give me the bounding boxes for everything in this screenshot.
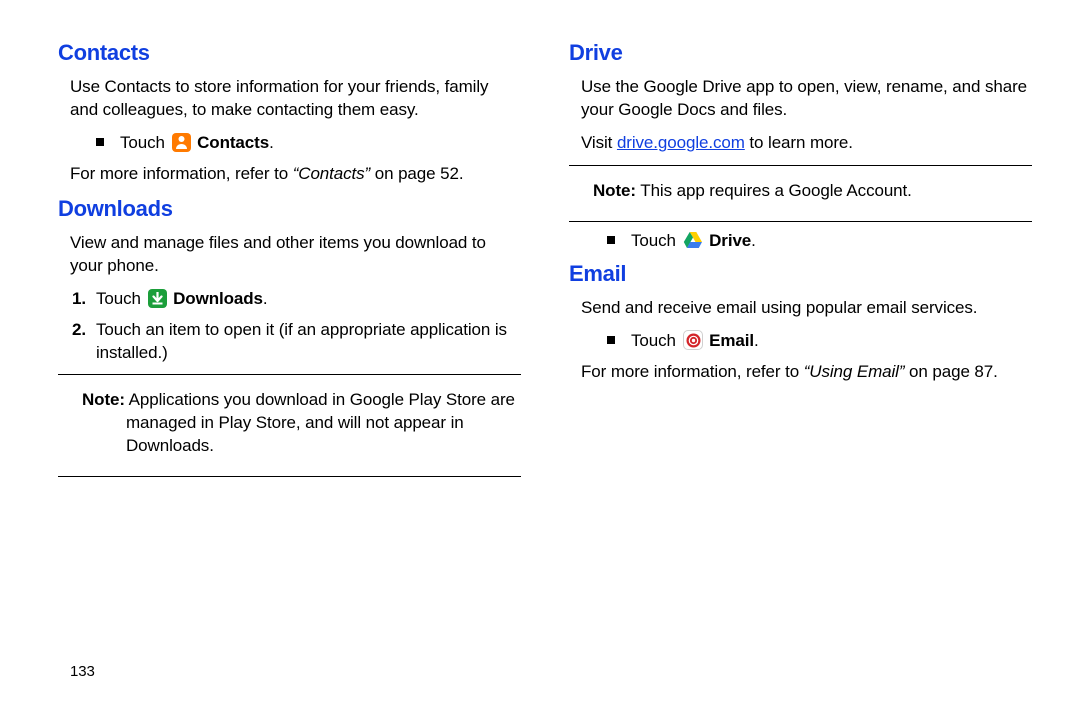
square-bullet-icon (607, 336, 615, 344)
downloads-step-1: 1.Touch Downloads. (58, 288, 521, 311)
downloads-note: Note: Applications you download in Googl… (58, 383, 521, 466)
step-text: Touch an item to open it (if an appropri… (96, 320, 507, 362)
step-number: 2. (72, 319, 96, 342)
note-label: Note: (82, 390, 125, 409)
email-heading: Email (569, 261, 1032, 287)
square-bullet-icon (96, 138, 104, 146)
contacts-icon (172, 133, 191, 152)
downloads-heading: Downloads (58, 196, 521, 222)
email-app-label: Email (709, 331, 754, 350)
step-number: 1. (72, 288, 96, 311)
period: . (754, 331, 759, 350)
note-text: This app requires a Google Account. (640, 181, 912, 200)
square-bullet-icon (607, 236, 615, 244)
drive-touch-line: Touch Drive. (569, 230, 1032, 253)
ref-italic: “Contacts” (293, 164, 370, 183)
ref-post: on page 87. (904, 362, 997, 381)
divider (569, 165, 1032, 166)
page-number: 133 (70, 663, 95, 680)
ref-pre: For more information, refer to (581, 362, 804, 381)
divider (58, 476, 521, 477)
touch-text: Touch (120, 133, 165, 152)
contacts-ref: For more information, refer to “Contacts… (58, 163, 521, 186)
touch-text: Touch (96, 289, 141, 308)
drive-app-label: Drive (709, 231, 751, 250)
right-column: Drive Use the Google Drive app to open, … (569, 40, 1032, 485)
contacts-heading: Contacts (58, 40, 521, 66)
visit-post: to learn more. (745, 133, 853, 152)
touch-text: Touch (631, 231, 676, 250)
note-text: Applications you download in Google Play… (126, 390, 515, 455)
downloads-icon (148, 289, 167, 308)
left-column: Contacts Use Contacts to store informati… (58, 40, 521, 485)
contacts-intro: Use Contacts to store information for yo… (58, 76, 521, 122)
ref-italic: “Using Email” (804, 362, 905, 381)
drive-icon (683, 231, 703, 250)
email-icon (683, 330, 703, 350)
page-content: Contacts Use Contacts to store informati… (0, 0, 1080, 485)
contacts-touch-line: Touch Contacts. (58, 132, 521, 155)
period: . (751, 231, 756, 250)
drive-link[interactable]: drive.google.com (617, 133, 745, 152)
touch-text: Touch (631, 331, 676, 350)
email-intro: Send and receive email using popular ema… (569, 297, 1032, 320)
period: . (269, 133, 274, 152)
drive-visit: Visit drive.google.com to learn more. (569, 132, 1032, 155)
downloads-step-2: 2.Touch an item to open it (if an approp… (58, 319, 521, 365)
email-touch-line: Touch Email. (569, 330, 1032, 353)
ref-pre: For more information, refer to (70, 164, 293, 183)
contacts-app-label: Contacts (197, 133, 269, 152)
drive-intro: Use the Google Drive app to open, view, … (569, 76, 1032, 122)
divider (58, 374, 521, 375)
drive-heading: Drive (569, 40, 1032, 66)
ref-post: on page 52. (370, 164, 463, 183)
email-ref: For more information, refer to “Using Em… (569, 361, 1032, 384)
downloads-app-label: Downloads (173, 289, 263, 308)
drive-note: Note: This app requires a Google Account… (569, 174, 1032, 211)
divider (569, 221, 1032, 222)
period: . (263, 289, 268, 308)
visit-pre: Visit (581, 133, 617, 152)
note-label: Note: (593, 181, 636, 200)
downloads-intro: View and manage files and other items yo… (58, 232, 521, 278)
